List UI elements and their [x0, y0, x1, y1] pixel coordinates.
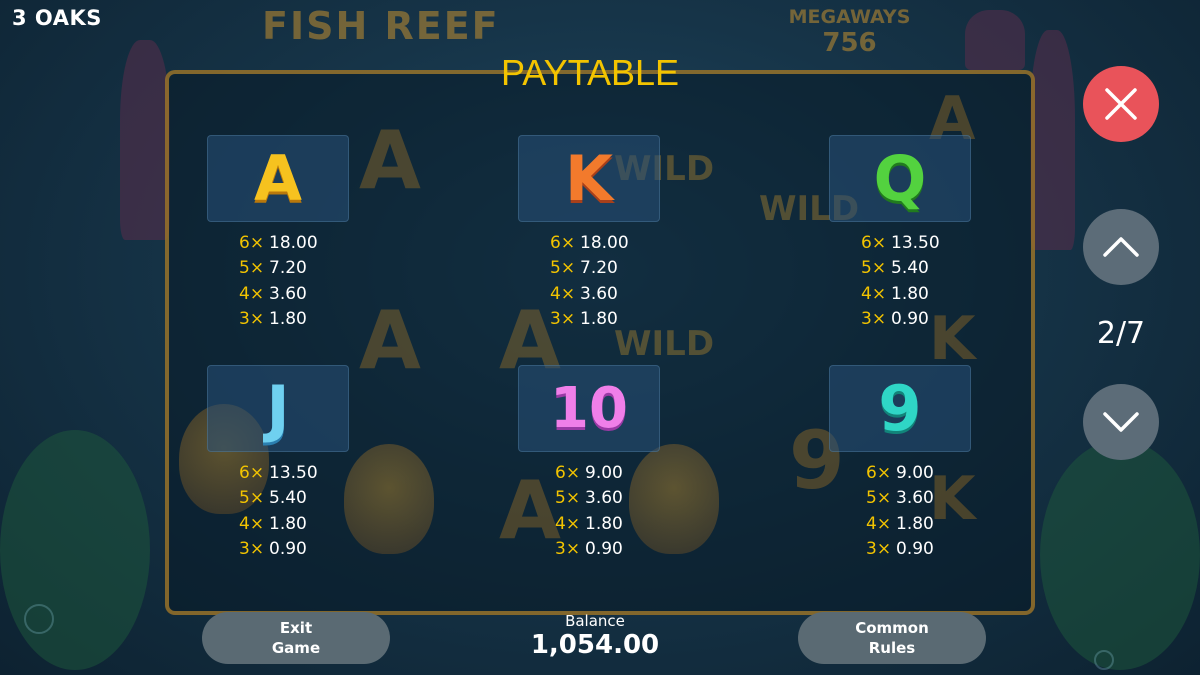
page-up-button[interactable] — [1083, 209, 1159, 285]
payout-row: 5× 5.40 — [861, 258, 929, 279]
payout-row: 3× 1.80 — [239, 309, 307, 330]
payout-row: 3× 0.90 — [866, 539, 934, 560]
rules-label-line1: Common — [855, 619, 929, 637]
payout-row: 6× 9.00 — [866, 462, 934, 483]
payout-list: 6× 9.00 5× 3.60 4× 1.80 3× 0.90 — [518, 460, 660, 562]
paytable-card-10: 10 6× 9.00 5× 3.60 4× 1.80 3× 0.90 — [518, 365, 660, 562]
paytable-card-a: A 6× 18.00 5× 7.20 4× 3.60 3× 1.80 — [207, 135, 349, 332]
paytable-card-9: 9 6× 9.00 5× 3.60 4× 1.80 3× 0.90 — [829, 365, 971, 562]
payout-row: 6× 18.00 — [550, 232, 629, 253]
symbol-j-tile: J — [207, 365, 349, 452]
payout-row: 4× 1.80 — [866, 513, 934, 534]
megaways-counter: MEGAWAYS 756 — [772, 6, 927, 58]
chevron-up-icon — [1103, 237, 1139, 257]
payout-list: 6× 9.00 5× 3.60 4× 1.80 3× 0.90 — [829, 460, 971, 562]
payout-row: 4× 3.60 — [239, 283, 307, 304]
payout-row: 5× 7.20 — [550, 258, 618, 279]
payout-row: 5× 3.60 — [555, 488, 623, 509]
payout-row: 5× 7.20 — [239, 258, 307, 279]
symbol-10-tile: 10 — [518, 365, 660, 452]
paytable-card-j: J 6× 13.50 5× 5.40 4× 1.80 3× 0.90 — [207, 365, 349, 562]
exit-game-button[interactable]: Exit Game — [202, 612, 390, 664]
paytable-card-q: Q 6× 13.50 5× 5.40 4× 1.80 3× 0.90 — [829, 135, 971, 332]
payout-row: 6× 18.00 — [239, 232, 318, 253]
symbol-9-tile: 9 — [829, 365, 971, 452]
payout-row: 5× 5.40 — [239, 488, 307, 509]
payout-list: 6× 13.50 5× 5.40 4× 1.80 3× 0.90 — [829, 230, 971, 332]
payout-row: 6× 9.00 — [555, 462, 623, 483]
rules-label-line2: Rules — [868, 639, 916, 657]
page-indicator: 2/7 — [1096, 316, 1146, 351]
payout-row: 4× 1.80 — [555, 513, 623, 534]
payout-row: 4× 1.80 — [239, 513, 307, 534]
payout-row: 5× 3.60 — [866, 488, 934, 509]
paytable-card-k: K 6× 18.00 5× 7.20 4× 3.60 3× 1.80 — [518, 135, 660, 332]
balance-amount: 1,054.00 — [530, 630, 660, 660]
provider-logo: 3 OAKS — [12, 6, 102, 30]
payout-row: 3× 0.90 — [555, 539, 623, 560]
payout-row: 6× 13.50 — [239, 462, 318, 483]
payout-list: 6× 13.50 5× 5.40 4× 1.80 3× 0.90 — [207, 460, 349, 562]
payout-row: 6× 13.50 — [861, 232, 940, 253]
paytable-title: PAYTABLE — [500, 52, 680, 93]
payout-row: 4× 3.60 — [550, 283, 618, 304]
balance-label: Balance — [565, 612, 625, 630]
symbol-a-tile: A — [207, 135, 349, 222]
payout-row: 3× 1.80 — [550, 309, 618, 330]
payout-row: 3× 0.90 — [239, 539, 307, 560]
payout-row: 4× 1.80 — [861, 283, 929, 304]
exit-label-line2: Game — [271, 639, 321, 657]
close-icon — [1105, 88, 1137, 120]
chevron-down-icon — [1103, 412, 1139, 432]
payout-list: 6× 18.00 5× 7.20 4× 3.60 3× 1.80 — [518, 230, 660, 332]
exit-label-line1: Exit — [279, 619, 313, 637]
game-logo: FISH REEF — [262, 4, 500, 48]
payout-row: 3× 0.90 — [861, 309, 929, 330]
common-rules-button[interactable]: Common Rules — [798, 612, 986, 664]
balance-display: Balance 1,054.00 — [495, 612, 695, 660]
payout-list: 6× 18.00 5× 7.20 4× 3.60 3× 1.80 — [207, 230, 349, 332]
symbol-k-tile: K — [518, 135, 660, 222]
symbol-q-tile: Q — [829, 135, 971, 222]
megaways-label: MEGAWAYS — [788, 6, 911, 28]
page-down-button[interactable] — [1083, 384, 1159, 460]
close-button[interactable] — [1083, 66, 1159, 142]
